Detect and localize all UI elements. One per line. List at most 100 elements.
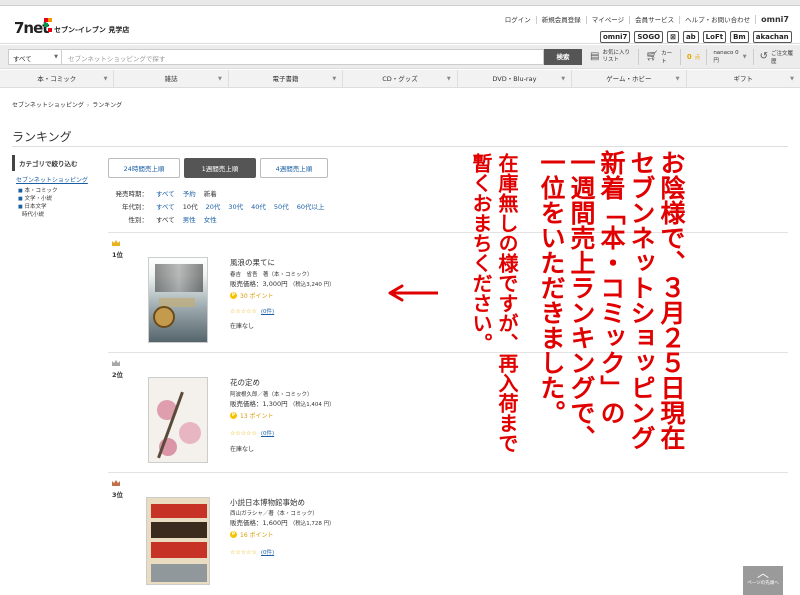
filter-option-selected[interactable]: すべて	[152, 214, 179, 224]
tab-1week[interactable]: 1週間売上順	[184, 158, 256, 178]
category-sidebar: カテゴリで絞り込む セブンネットショッピング ■ 本・コミック ■ 文学・小説 …	[12, 155, 94, 219]
brand-logo-omni7[interactable]: omni7	[600, 31, 631, 43]
review-count-link[interactable]: (0件)	[261, 309, 274, 315]
omni7-logo[interactable]: omni7	[755, 15, 794, 24]
filter-option[interactable]: 60代以上	[293, 201, 329, 211]
help-link[interactable]: ヘルプ・お問い合わせ	[679, 15, 755, 24]
breadcrumb-current: ランキング	[92, 102, 123, 109]
crown-gold-icon	[112, 240, 120, 246]
nav-item-ebooks[interactable]: 電子書籍 ▼	[229, 70, 344, 87]
crown-bronze-icon	[112, 480, 120, 486]
book-cover[interactable]	[148, 377, 208, 463]
search-button[interactable]: 検索	[544, 49, 582, 65]
nav-item-cd-goods[interactable]: CD・グッズ ▼	[343, 70, 458, 87]
sidebar-item-period-novel: 時代小説	[22, 212, 45, 218]
login-link[interactable]: ログイン	[500, 16, 536, 24]
rank-label: 3位	[112, 491, 124, 499]
top-links: ログイン 新規会員登録 マイページ 会員サービス ヘルプ・お問い合わせ omni…	[500, 15, 794, 24]
annotation-note-line: 暫くおまちください。	[469, 153, 493, 353]
nav-item-games[interactable]: ゲーム・ホビー ▼	[572, 70, 687, 87]
filter-option[interactable]: 30代	[224, 201, 247, 211]
book-cover[interactable]	[146, 497, 210, 585]
nav-item-dvd[interactable]: DVD・Blu-ray ▼	[458, 70, 573, 87]
chevron-down-icon: ▼	[332, 76, 337, 82]
annotation-note-line: 在庫無しの様ですが、再入荷まで	[495, 153, 519, 453]
nav-item-magazines[interactable]: 雑誌 ▼	[114, 70, 229, 87]
document-icon: ▤	[590, 51, 600, 62]
crown-silver-icon	[112, 360, 120, 366]
store-name: セブン-イレブン 見学店	[54, 26, 130, 34]
register-link[interactable]: 新規会員登録	[535, 15, 586, 24]
filter-option[interactable]: すべて	[152, 188, 179, 198]
item-price: 販売価格：1,600円 （税込1,728 円）	[230, 519, 335, 527]
utility-bar: ▤ お気に入りリスト 🛒︎ カート 0 点 nanaco 0円 ▼ ↺ ご注文履…	[590, 47, 800, 67]
item-rating: ☆☆☆☆☆ (0件)	[230, 429, 274, 437]
item-points: P 13 ポイント	[230, 412, 274, 420]
filter-option[interactable]: 女性	[200, 214, 221, 224]
filter-release: 発売時期： すべて 予約 新着	[108, 186, 328, 199]
back-to-top-button[interactable]: ︿ ページの先頭へ	[743, 566, 783, 595]
annotation-line: お陰様で、３月２５日現在	[657, 150, 686, 450]
divider	[12, 146, 788, 147]
site-header: 7net セブン-イレブン 見学店 ログイン 新規会員登録 マイページ 会員サー…	[0, 6, 800, 44]
7net-logo[interactable]: 7net	[14, 16, 52, 38]
order-history-link[interactable]: ↺ ご注文履歴	[760, 49, 800, 65]
item-title[interactable]: 風浪の果てに	[230, 257, 275, 268]
brand-logo-loft[interactable]: LoFt	[702, 31, 727, 43]
brand-logo-bm[interactable]: Bm	[730, 31, 749, 43]
filter-option-selected[interactable]: 新着	[200, 188, 221, 198]
review-count-link[interactable]: (0件)	[261, 550, 274, 556]
favorites-link[interactable]: ▤ お気に入りリスト	[590, 49, 640, 65]
tab-24h[interactable]: 24時間売上順	[108, 158, 180, 178]
filter-option[interactable]: すべて	[152, 201, 179, 211]
search-category-value: すべて	[13, 55, 32, 63]
filter-option[interactable]: 男性	[179, 214, 200, 224]
brand-logo-akachan[interactable]: akachan	[752, 31, 792, 43]
tab-4week[interactable]: 4週間売上順	[260, 158, 328, 178]
nav-item-books[interactable]: 本・コミック ▼	[0, 70, 115, 87]
point-coin-icon: P	[230, 412, 237, 419]
sidebar-item-literature[interactable]: ■ 文学・小説	[12, 195, 94, 203]
chevron-down-icon: ▼	[561, 76, 566, 82]
points-display[interactable]: 0 点	[687, 49, 708, 65]
sidebar-root-link[interactable]: セブンネットショッピング	[12, 175, 94, 184]
arrow-left-icon	[388, 284, 438, 302]
mypage-link[interactable]: マイページ	[585, 15, 629, 24]
sidebar-item-books[interactable]: ■ 本・コミック	[12, 187, 94, 195]
filter-option[interactable]: 40代	[247, 201, 270, 211]
point-coin-icon: P	[230, 292, 237, 299]
filter-option[interactable]: 50代	[270, 201, 293, 211]
item-title[interactable]: 花の定め	[230, 377, 260, 388]
filter-option[interactable]: 予約	[179, 188, 200, 198]
brand-logo-ab[interactable]: ab	[682, 31, 699, 43]
annotation-line: 一位をいただきました。	[537, 150, 566, 425]
item-points: P 16 ポイント	[230, 531, 274, 539]
breadcrumb-home[interactable]: セブンネットショッピング	[12, 102, 84, 109]
brand-logo-sogo[interactable]: SOGO	[634, 31, 664, 43]
filter-gender: 性別： すべて 男性 女性	[108, 212, 328, 225]
chevron-down-icon: ▼	[54, 54, 58, 60]
item-author: 春吉 省吾 著（本・コミック）	[230, 272, 313, 278]
search-category-select[interactable]: すべて ▼	[8, 49, 62, 65]
annotation-line: 一週間売上ランキングで、	[567, 150, 596, 450]
search-input[interactable]: セブンネットショッピングで探す	[62, 49, 544, 65]
annotation-line: 新着「本・コミック」の	[597, 150, 626, 425]
item-price: 販売価格：3,000円 （税込3,240 円）	[230, 280, 335, 288]
brand-logo-box[interactable]: ⊠	[667, 31, 679, 43]
filter-option-selected[interactable]: 10代	[179, 201, 202, 211]
member-service-link[interactable]: 会員サービス	[629, 15, 679, 24]
item-title[interactable]: 小説日本博物館事始め	[230, 497, 305, 508]
nav-item-gift[interactable]: ギフト ▼	[687, 70, 800, 87]
item-author: 西山ガラシャ／著（本・コミック）	[230, 511, 318, 517]
filter-option[interactable]: 20代	[202, 201, 225, 211]
item-price: 販売価格：1,300円 （税込1,404 円）	[230, 400, 335, 408]
filters: 発売時期： すべて 予約 新着 年代別： すべて 10代 20代 30代 40代…	[108, 186, 328, 225]
book-cover[interactable]	[148, 257, 208, 343]
item-rating: ☆☆☆☆☆ (0件)	[230, 307, 274, 315]
point-coin-icon: P	[230, 531, 237, 538]
sidebar-item-japanese-lit[interactable]: ■ 日本文学	[12, 203, 94, 211]
chevron-down-icon: ▼	[790, 76, 794, 82]
nanaco-display[interactable]: nanaco 0円 ▼	[713, 49, 754, 65]
review-count-link[interactable]: (0件)	[261, 431, 274, 437]
cart-link[interactable]: 🛒︎ カート	[645, 49, 681, 65]
